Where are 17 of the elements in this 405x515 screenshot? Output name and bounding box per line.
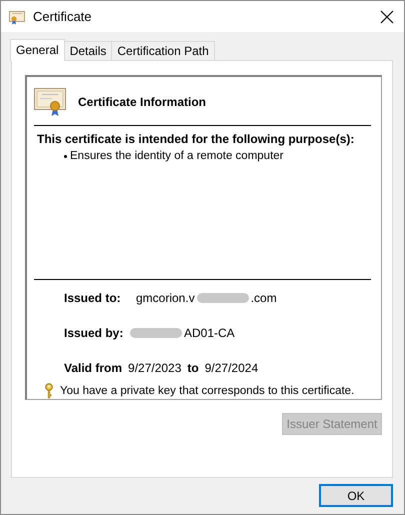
- field-value: AD01-CA: [184, 326, 235, 340]
- field-value: gmcorion.v: [136, 291, 195, 305]
- tab[interactable]: General: [10, 39, 65, 61]
- field-label: Issued by:: [64, 326, 124, 340]
- purpose-item: Ensures the identity of a remote computer: [70, 150, 284, 162]
- window-title: Certificate: [33, 9, 93, 24]
- field-label: Valid from: [64, 361, 122, 375]
- field-label: Issued to:: [64, 291, 122, 305]
- tab[interactable]: Certification Path: [111, 41, 215, 60]
- key-note: You have a private key that corresponds to this certificate.: [60, 385, 354, 397]
- field-value: 9/27/2023: [128, 361, 182, 375]
- purpose-title: This certificate is intended for the following purpose(s):: [37, 132, 356, 146]
- section-heading: Certificate Information: [78, 95, 206, 109]
- ok-button[interactable]: OK: [319, 484, 393, 507]
- field-value: .com: [250, 291, 277, 305]
- field-label: to: [187, 361, 199, 375]
- field-value: 9/27/2024: [204, 361, 258, 375]
